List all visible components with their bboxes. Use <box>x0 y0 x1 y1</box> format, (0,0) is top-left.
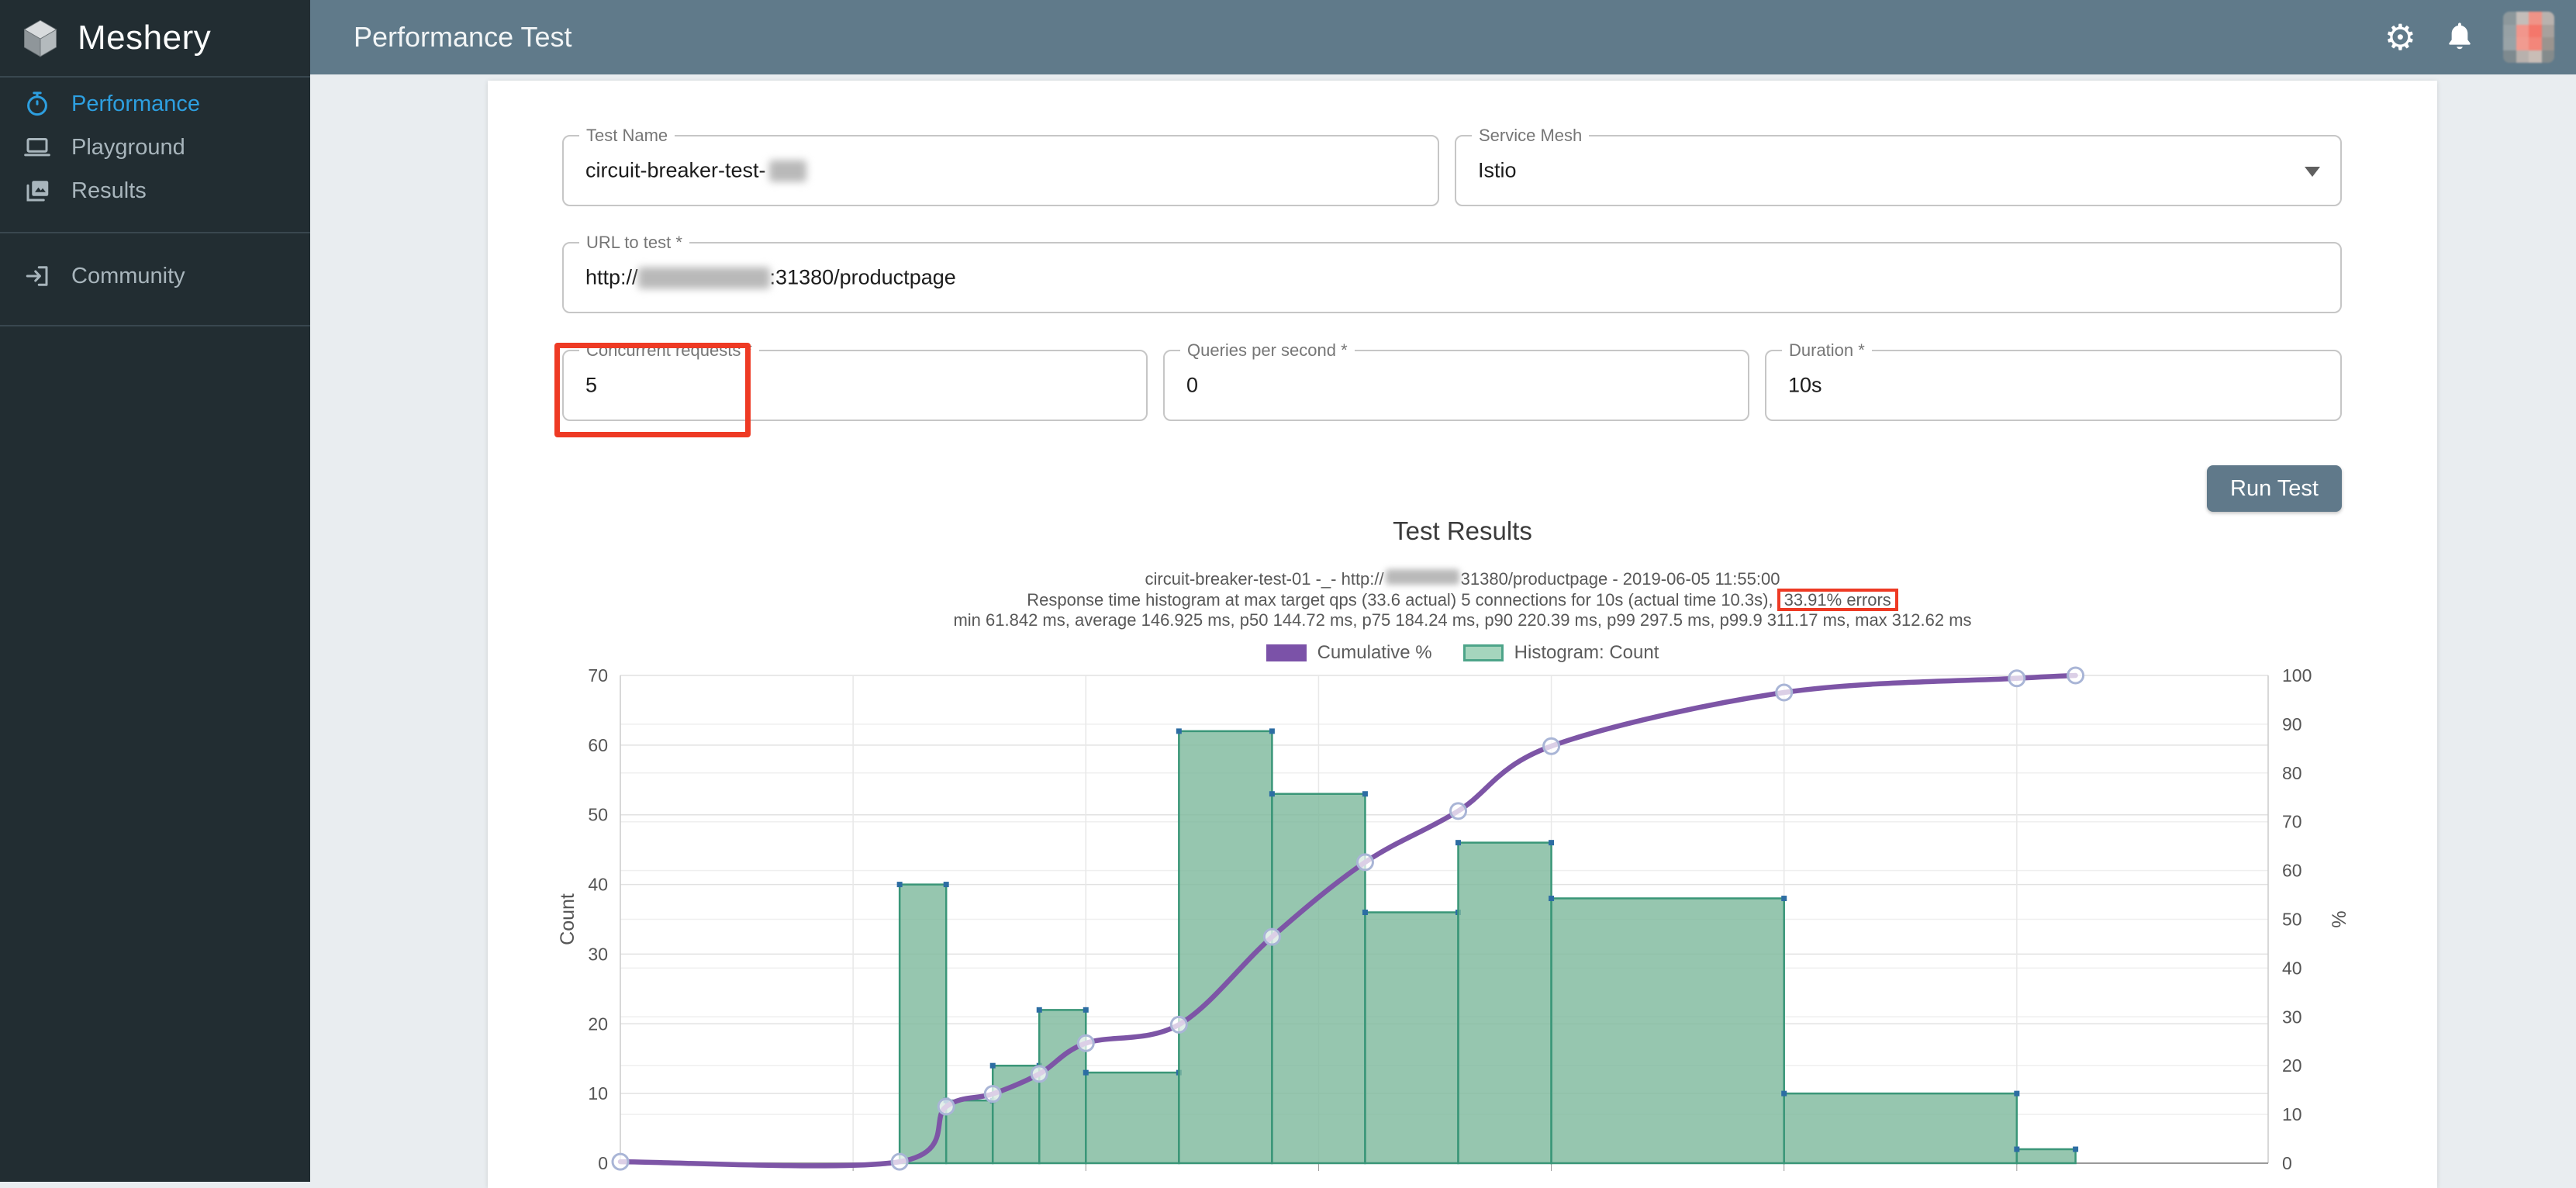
sidebar-item-label: Playground <box>71 135 185 161</box>
sidebar-item-label: Community <box>71 264 185 289</box>
duration-field[interactable]: Duration * 10s <box>1765 350 2342 421</box>
chart-legend: Cumulative % Histogram: Count <box>488 642 2437 664</box>
url-to-test-label: URL to test * <box>579 233 689 253</box>
sidebar-item-community[interactable]: Community <box>0 254 310 298</box>
concurrent-requests-value: 5 <box>585 374 597 398</box>
sidebar-item-results[interactable]: Results <box>0 169 310 212</box>
sidebar-item-performance[interactable]: Performance <box>0 82 310 126</box>
page-title: Performance Test <box>354 21 571 54</box>
bell-icon[interactable] <box>2444 20 2475 54</box>
svg-text:80: 80 <box>2282 763 2302 783</box>
sidebar: Meshery Performance Playground Results <box>0 0 310 1182</box>
svg-text:100: 100 <box>2282 665 2312 686</box>
svg-text:90: 90 <box>2282 714 2302 734</box>
histogram-swatch <box>1463 644 1504 661</box>
svg-text:40: 40 <box>588 875 608 895</box>
result-line-histogram-info: Response time histogram at max target qp… <box>488 589 2437 611</box>
service-mesh-select[interactable]: Service Mesh Istio <box>1455 135 2342 206</box>
url-suffix: :31380/productpage <box>770 266 956 290</box>
svg-text:10: 10 <box>588 1083 608 1103</box>
svg-text:0: 0 <box>2282 1153 2292 1173</box>
gallery-icon <box>23 177 51 205</box>
svg-text:60: 60 <box>2282 861 2302 881</box>
blurred-test-name-suffix <box>769 160 806 181</box>
svg-text:30: 30 <box>2282 1007 2302 1027</box>
duration-value: 10s <box>1788 374 1822 398</box>
url-to-test-field[interactable]: URL to test * http:// :31380/productpage <box>562 242 2342 313</box>
svg-text:0: 0 <box>598 1153 608 1173</box>
legend-item-cumulative[interactable]: Cumulative % <box>1266 642 1432 664</box>
svg-text:60: 60 <box>588 735 608 755</box>
avatar[interactable] <box>2503 12 2554 63</box>
sidebar-item-label: Performance <box>71 92 200 117</box>
svg-text:50: 50 <box>588 805 608 825</box>
sidebar-divider <box>0 232 310 233</box>
exit-icon <box>23 262 51 290</box>
content-area: Test Name circuit-breaker-test- Service … <box>310 74 2576 1182</box>
svg-text:50: 50 <box>2282 910 2302 930</box>
url-prefix: http:// <box>585 266 638 290</box>
test-name-field[interactable]: Test Name circuit-breaker-test- <box>562 135 1439 206</box>
svg-text:70: 70 <box>2282 812 2302 832</box>
blurred-ip-address <box>1386 569 1459 585</box>
duration-label: Duration * <box>1782 340 1872 361</box>
header: Performance Test ⚙ <box>310 0 2576 74</box>
svg-text:20: 20 <box>2282 1055 2302 1076</box>
legend-item-histogram[interactable]: Histogram: Count <box>1463 642 1659 664</box>
concurrent-requests-field[interactable]: Concurrent requests * 5 <box>562 350 1148 421</box>
concurrent-requests-label: Concurrent requests * <box>579 340 759 361</box>
results-chart: 0 10 20 30 40 50 60 70 0 10 20 30 40 50 60 70 80 90 100 Cou… <box>496 663 2435 1182</box>
brand-name: Meshery <box>78 19 211 57</box>
svg-text:%: % <box>2329 910 2350 927</box>
meshery-logo-icon <box>20 18 60 58</box>
cumulative-swatch <box>1266 644 1307 661</box>
service-mesh-label: Service Mesh <box>1472 126 1589 146</box>
svg-text:Count: Count <box>557 893 578 945</box>
svg-text:40: 40 <box>2282 958 2302 978</box>
gear-icon[interactable]: ⚙ <box>2384 19 2416 55</box>
result-line-run-info: circuit-breaker-test-01 -_- http://31380… <box>488 569 2437 589</box>
blurred-ip-address <box>638 267 770 288</box>
service-mesh-value: Istio <box>1478 159 1517 183</box>
legend-label: Histogram: Count <box>1514 642 1659 664</box>
sidebar-item-label: Results <box>71 178 147 204</box>
test-results-heading: Test Results <box>488 516 2437 546</box>
test-name-value: circuit-breaker-test- <box>585 159 766 183</box>
test-name-label: Test Name <box>579 126 675 146</box>
svg-text:70: 70 <box>588 665 608 686</box>
brand: Meshery <box>0 0 310 78</box>
svg-text:20: 20 <box>588 1014 608 1034</box>
queries-per-second-value: 0 <box>1186 374 1198 398</box>
sidebar-item-playground[interactable]: Playground <box>0 126 310 169</box>
sidebar-divider <box>0 325 310 326</box>
test-results-summary: circuit-breaker-test-01 -_- http://31380… <box>488 569 2437 629</box>
laptop-icon <box>23 133 51 161</box>
result-line-percentiles: min 61.842 ms, average 146.925 ms, p50 1… <box>488 611 2437 630</box>
stopwatch-icon <box>23 90 51 118</box>
svg-text:10: 10 <box>2282 1104 2302 1124</box>
svg-text:30: 30 <box>588 944 608 964</box>
queries-per-second-field[interactable]: Queries per second * 0 <box>1163 350 1749 421</box>
red-annotation-box-errors: 33.91% errors <box>1777 589 1898 611</box>
run-test-button[interactable]: Run Test <box>2207 465 2342 512</box>
chevron-down-icon <box>2305 167 2320 177</box>
legend-label: Cumulative % <box>1317 642 1432 664</box>
sidebar-nav: Performance Playground Results <box>0 78 310 212</box>
chart-container: 0 10 20 30 40 50 60 70 0 10 20 30 40 50 60 70 80 90 100 Cou… <box>496 663 2435 1182</box>
performance-test-panel: Test Name circuit-breaker-test- Service … <box>488 81 2437 1188</box>
queries-per-second-label: Queries per second * <box>1180 340 1355 361</box>
